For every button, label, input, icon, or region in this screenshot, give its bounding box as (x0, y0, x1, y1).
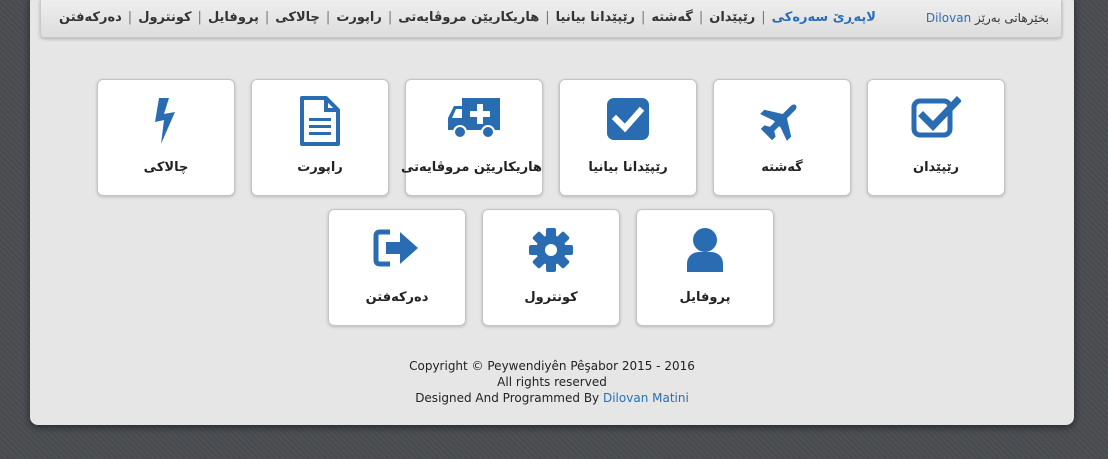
rights-text: All rights reserved (497, 375, 607, 389)
nav-item-trips[interactable]: گەشتە (645, 10, 698, 25)
check-square-icon (911, 96, 961, 138)
ambulance-icon (448, 98, 500, 139)
tile-label: رێپێدان (912, 160, 960, 175)
tile-foreign-permits[interactable]: رێپێدانا بیانیا (559, 79, 697, 196)
tile-humanitarian-aid[interactable]: هاریکاریێن مروڤایەتی (400, 79, 543, 196)
file-text-icon (300, 96, 340, 146)
bolt-icon (155, 98, 175, 144)
nav-separator: | (197, 10, 202, 25)
nav-separator: | (387, 10, 393, 25)
nav-separator: | (127, 10, 133, 25)
tile-label: پروفایل (679, 290, 731, 305)
nav-item-activity[interactable]: چالاکی (269, 10, 326, 25)
tile-control[interactable]: کونترول (482, 209, 620, 326)
gear-icon (529, 228, 573, 272)
tile-label: دەرکەفتن (365, 290, 429, 305)
nav-separator: | (545, 10, 550, 25)
nav-item-logout[interactable]: دەرکەفتن (53, 10, 128, 25)
copyright-text: Copyright © Peywendiyên Pêşabor 2015 - 2… (409, 359, 695, 373)
nav-separator: | (264, 10, 270, 25)
nav-item-foreign-permits[interactable]: رێپێدانا بیانیا (550, 10, 641, 25)
sign-out-icon (373, 229, 418, 267)
tile-label: هاریکاریێن مروڤایەتی (400, 160, 542, 175)
nav-separator: | (325, 10, 331, 25)
tile-profile[interactable]: پروفایل (636, 209, 774, 326)
tile-report[interactable]: راپورت (251, 79, 389, 196)
nav-separator: | (698, 10, 704, 25)
nav-item-report[interactable]: راپورت (330, 10, 388, 25)
nav-menu: لاپەڕێ سەرەکی | رێپێدان | گەشتە | رێپێدا… (53, 10, 882, 25)
nav-item-home[interactable]: لاپەڕێ سەرەکی (766, 10, 882, 25)
designed-prefix: Designed And Programmed By (415, 391, 600, 405)
tile-label: کونترول (524, 290, 578, 305)
tile-label: گەشتە (761, 160, 803, 175)
tile-label: راپورت (297, 160, 343, 175)
tile-trips[interactable]: گەشتە (713, 79, 851, 196)
designer-link[interactable]: Dilovan Matini (603, 391, 689, 405)
nav-item-control[interactable]: کونترول (132, 10, 197, 25)
welcome-message: Dilovan بخێرهاتی بەرێز (926, 11, 1049, 25)
welcome-prefix: بخێرهاتی بەرێز (975, 11, 1049, 25)
footer: Copyright © Peywendiyên Pêşabor 2015 - 2… (30, 358, 1074, 406)
nav-separator: | (641, 10, 646, 25)
tile-permits[interactable]: رێپێدان (867, 79, 1005, 196)
tile-label: چالاکی (143, 160, 189, 175)
designer-credit: Designed And Programmed By Dilovan Matin… (30, 390, 1074, 406)
nav-item-humanitarian-aid[interactable]: هاریکاریێن مروڤایەتی (392, 10, 545, 25)
nav-item-permits[interactable]: رێپێدان (703, 10, 761, 25)
tile-label: رێپێدانا بیانیا (588, 160, 668, 175)
username-link[interactable]: Dilovan (926, 11, 971, 25)
top-navbar: لاپەڕێ سەرەکی | رێپێدان | گەشتە | رێپێدا… (40, 0, 1062, 38)
tile-logout[interactable]: دەرکەفتن (328, 209, 466, 326)
plane-icon (760, 104, 797, 141)
check-box-icon (607, 98, 649, 140)
tile-activity[interactable]: چالاکی (97, 79, 235, 196)
user-icon (687, 228, 723, 272)
nav-item-profile[interactable]: پروفایل (202, 10, 265, 25)
nav-separator: | (761, 10, 766, 25)
main-panel: لاپەڕێ سەرەکی | رێپێدان | گەشتە | رێپێدا… (30, 0, 1074, 425)
